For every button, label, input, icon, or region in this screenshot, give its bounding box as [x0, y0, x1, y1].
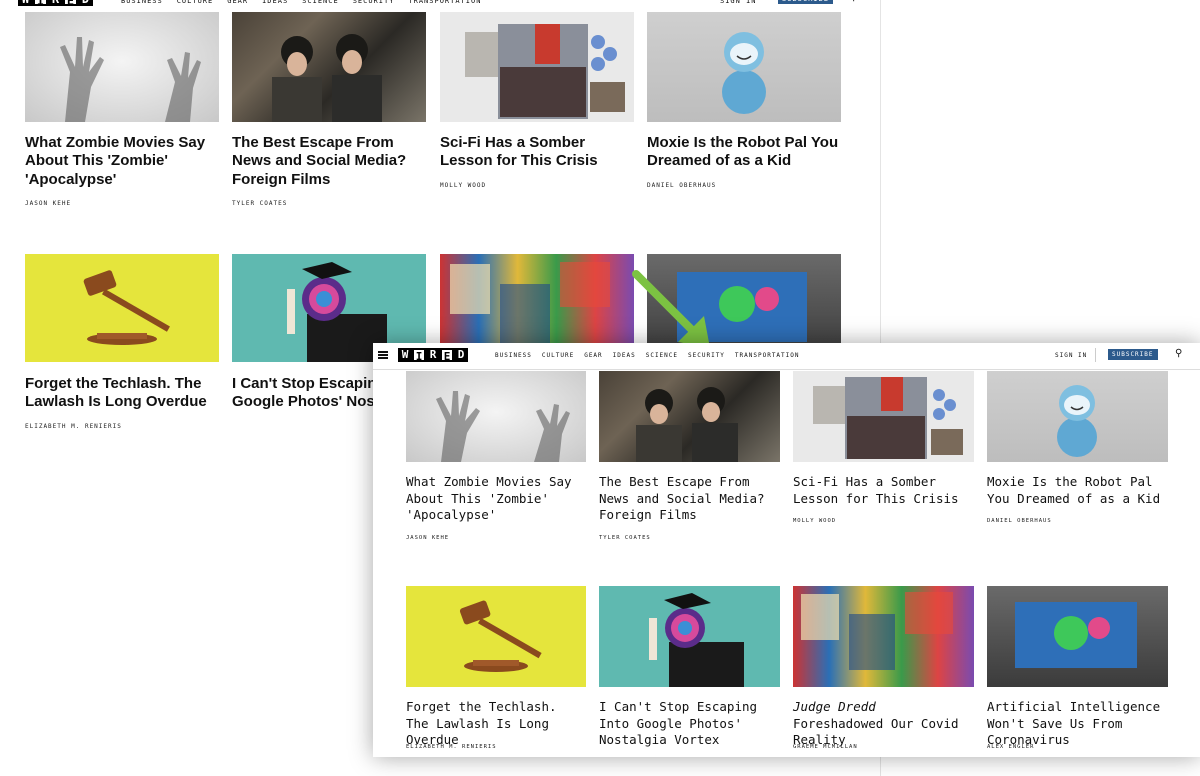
- nav-ideas[interactable]: IDEAS: [262, 0, 288, 5]
- nav-divider: [1095, 348, 1096, 362]
- search-icon[interactable]: ⚲: [850, 0, 857, 3]
- article-author[interactable]: DANIEL OBERHAUS: [987, 518, 1052, 524]
- article-title[interactable]: Forget the Techlash. The Lawlash Is Long…: [25, 375, 225, 412]
- ai-screen-graphic: [1015, 602, 1137, 668]
- subscribe-button[interactable]: SUBSCRIBE: [778, 0, 833, 4]
- film-still-graphic: [272, 34, 382, 122]
- article-title[interactable]: Forget the Techlash. The Lawlash Is Long…: [406, 699, 586, 749]
- article-author[interactable]: JASON KEHE: [406, 535, 449, 541]
- article-image-ai[interactable]: [987, 586, 1168, 687]
- nav-links: BUSINESS CULTURE GEAR IDEAS SCIENCE SECU…: [495, 352, 800, 359]
- article-author[interactable]: GRAEME MCMILLAN: [793, 744, 858, 750]
- article-author[interactable]: JASON KEHE: [25, 200, 71, 207]
- nav-security[interactable]: SECURITY: [688, 352, 725, 359]
- article-title[interactable]: The Best Escape From News and Social Med…: [232, 134, 432, 189]
- zombie-hands-graphic: [436, 391, 570, 462]
- article-title[interactable]: Moxie Is the Robot Pal You Dreamed of as…: [987, 474, 1167, 507]
- article-image-moxie[interactable]: [647, 12, 841, 122]
- top-nav: WIRED BUSINESS CULTURE GEAR IDEAS SCIENC…: [0, 0, 880, 8]
- sign-in-link[interactable]: SIGN IN: [1055, 352, 1087, 359]
- article-author[interactable]: ALEX ENGLER: [987, 744, 1034, 750]
- article-image-comics[interactable]: [793, 586, 974, 687]
- nav-gear[interactable]: GEAR: [584, 352, 602, 359]
- article-author[interactable]: ELIZABETH M. RENIERIS: [406, 744, 497, 750]
- gavel-graphic: [83, 270, 170, 345]
- search-icon[interactable]: ⚲: [1175, 348, 1182, 359]
- article-title[interactable]: Moxie Is the Robot Pal You Dreamed of as…: [647, 134, 847, 171]
- scifi-collage-graphic: [465, 24, 625, 119]
- nav-business[interactable]: BUSINESS: [495, 352, 532, 359]
- nav-business[interactable]: BUSINESS: [121, 0, 163, 5]
- article-image-zombie[interactable]: [406, 371, 586, 462]
- comics-collage-graphic: [801, 592, 953, 670]
- article-title[interactable]: Sci-Fi Has a Somber Lesson for This Cris…: [440, 134, 640, 171]
- wired-logo[interactable]: WIRED: [18, 0, 93, 8]
- article-author[interactable]: DANIEL OBERHAUS: [647, 182, 716, 189]
- nav-culture[interactable]: CULTURE: [542, 352, 574, 359]
- film-still-graphic: [636, 387, 738, 462]
- gavel-graphic: [459, 600, 542, 672]
- article-title[interactable]: What Zombie Movies Say About This 'Zombi…: [406, 474, 586, 524]
- subscribe-button[interactable]: SUBSCRIBE: [1108, 349, 1158, 360]
- article-author[interactable]: TYLER COATES: [599, 535, 651, 541]
- article-title[interactable]: What Zombie Movies Say About This 'Zombi…: [25, 134, 225, 189]
- article-title[interactable]: Sci-Fi Has a Somber Lesson for This Cris…: [793, 474, 973, 507]
- graduate-swirl-graphic: [649, 593, 744, 687]
- moxie-robot-graphic: [1057, 385, 1097, 457]
- article-image-graduate[interactable]: [599, 586, 780, 687]
- article-author[interactable]: MOLLY WOOD: [440, 182, 486, 189]
- article-author[interactable]: TYLER COATES: [232, 200, 287, 207]
- article-author[interactable]: ELIZABETH M. RENIERIS: [25, 423, 122, 430]
- article-image-zombie[interactable]: [25, 12, 219, 122]
- menu-icon[interactable]: [378, 351, 388, 359]
- article-title[interactable]: The Best Escape From News and Social Med…: [599, 474, 779, 524]
- article-image-foreign-films[interactable]: [599, 371, 780, 462]
- zombie-hands-graphic: [60, 37, 201, 122]
- article-image-gavel[interactable]: [25, 254, 219, 362]
- article-image-scifi[interactable]: [793, 371, 974, 462]
- article-image-foreign-films[interactable]: [232, 12, 426, 122]
- nav-science[interactable]: SCIENCE: [646, 352, 678, 359]
- sign-in-link[interactable]: SIGN IN: [720, 0, 757, 5]
- nav-security[interactable]: SECURITY: [353, 0, 395, 5]
- moxie-robot-graphic: [722, 32, 766, 114]
- article-image-gavel[interactable]: [406, 586, 586, 687]
- top-nav: WIRED BUSINESS CULTURE GEAR IDEAS SCIENC…: [373, 343, 1200, 370]
- nav-transportation[interactable]: TRANSPORTATION: [735, 352, 800, 359]
- nav-science[interactable]: SCIENCE: [302, 0, 339, 5]
- nav-culture[interactable]: CULTURE: [177, 0, 214, 5]
- nav-gear[interactable]: GEAR: [227, 0, 248, 5]
- article-title[interactable]: Judge Dredd Foreshadowed Our Covid Reali…: [793, 699, 973, 749]
- article-title[interactable]: Artificial Intelligence Won't Save Us Fr…: [987, 699, 1167, 749]
- article-title[interactable]: I Can't Stop Escaping Into Google Photos…: [599, 699, 779, 749]
- nav-transportation[interactable]: TRANSPORTATION: [408, 0, 481, 5]
- nav-links: BUSINESS CULTURE GEAR IDEAS SCIENCE SECU…: [121, 0, 481, 5]
- wired-logo[interactable]: WIRED: [398, 348, 468, 363]
- scifi-collage-graphic: [813, 377, 963, 459]
- article-image-scifi[interactable]: [440, 12, 634, 122]
- font-preview-window: WIRED BUSINESS CULTURE GEAR IDEAS SCIENC…: [373, 343, 1200, 757]
- nav-ideas[interactable]: IDEAS: [613, 352, 636, 359]
- article-author[interactable]: MOLLY WOOD: [793, 518, 836, 524]
- article-image-moxie[interactable]: [987, 371, 1168, 462]
